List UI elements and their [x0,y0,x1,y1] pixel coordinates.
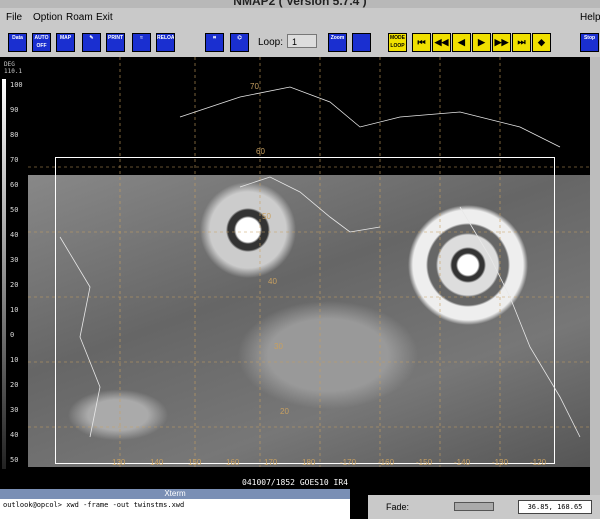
menu-help[interactable]: Help [580,12,600,23]
fade-slider[interactable] [454,502,494,511]
lat-label: 60 [256,147,265,156]
cursor-coordinates: 36.85, 168.65 [518,500,592,514]
lon-label: -150 [416,458,433,467]
lon-label: 160 [226,458,240,467]
auto-update-button[interactable]: AUTO OFF [32,33,51,52]
lat-lon-button[interactable]: ⌗ [205,33,224,52]
lat-label: 50 [262,212,271,221]
loop-label: Loop: [258,37,284,48]
map-viewport[interactable]: DEG 110.1 100 90 80 70 60 50 40 30 20 10 0 10 20 30 40… [0,57,590,477]
lat-label: 30 [274,342,283,351]
lon-label: -130 [492,458,509,467]
loop-select[interactable]: 1 [287,34,317,48]
loop-play-button[interactable]: ◆ [532,33,551,52]
lon-label: -120 [530,458,547,467]
step-forward-button[interactable]: ▶ [472,33,491,52]
lon-label: 140 [150,458,164,467]
draw-button[interactable]: ✎ [82,33,101,52]
graph-icon: ⌬ [237,35,242,41]
print-button[interactable]: PRINT [106,33,125,52]
draw-icon: ✎ [89,35,94,41]
mode-loop-button[interactable]: MODE LOOP [388,33,407,52]
fade-label: Fade: [386,502,410,512]
lat-label: 70 [250,82,259,91]
lat-label: 40 [268,277,277,286]
lon-label: 170 [264,458,278,467]
data-button[interactable]: Data [8,33,27,52]
menu-file[interactable]: File [6,12,22,23]
overlay-icon: ≈ [140,35,143,41]
last-frame-button[interactable]: ⏭ [512,33,531,52]
step-back-button[interactable]: ◀ [452,33,471,52]
lon-label: -170 [340,458,357,467]
lon-label: 130 [112,458,126,467]
fast-forward-button[interactable]: ▶▶ [492,33,511,52]
vertical-scrollbar[interactable] [590,57,600,495]
lon-label: -160 [378,458,395,467]
xterm-title: Xterm [0,489,350,499]
rewind-button[interactable]: ◀◀ [432,33,451,52]
xterm-command[interactable]: outlook@opcol> xwd -frame -out twinstms.… [0,499,350,511]
unzoom-button[interactable] [352,33,371,52]
menu-roam[interactable]: Roam [66,12,93,23]
zoom-button[interactable]: Zoom [328,33,347,52]
menu-exit[interactable]: Exit [96,12,113,23]
stop-button[interactable]: Stop [580,33,599,52]
menu-bar: File Option Roam Exit Help [0,8,600,27]
lat-lon-icon: ⌗ [213,35,216,41]
reload-button[interactable]: RELOAD [156,33,175,52]
window-title: NMAP2 ( Version 5.7.4 ) [233,0,367,8]
map-button[interactable]: MAP [56,33,75,52]
xterm-window[interactable]: Xterm outlook@opcol> xwd -frame -out twi… [0,489,350,519]
first-frame-button[interactable]: ⏮ [412,33,431,52]
lon-label: 180 [302,458,316,467]
image-status-line: 041007/1852 GOES10 IR4 [0,477,590,489]
lon-label: -140 [454,458,471,467]
map-overlay: 130 140 150 160 170 180 -170 -160 -150 -140 -130 -1… [28,57,590,467]
window-titlebar: NMAP2 ( Version 5.7.4 ) [0,0,600,8]
graph-button[interactable]: ⌬ [230,33,249,52]
menu-option[interactable]: Option [33,12,62,23]
lon-label: 150 [188,458,202,467]
overlay-button[interactable]: ≈ [132,33,151,52]
lat-lon-grid [28,57,590,467]
lat-label: 20 [280,407,289,416]
